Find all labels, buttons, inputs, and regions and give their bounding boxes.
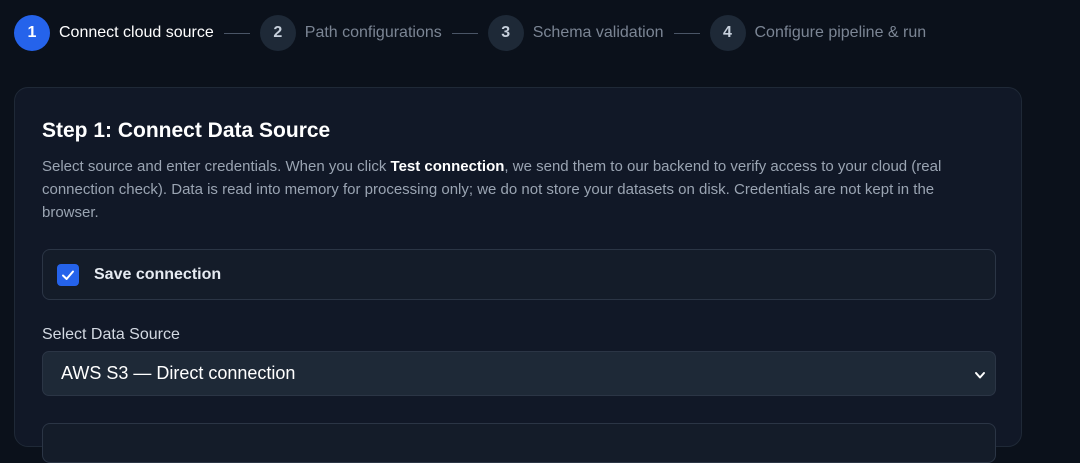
next-form-field[interactable]	[42, 423, 996, 463]
step-connector	[451, 32, 478, 34]
step-number-badge: 4	[709, 15, 746, 51]
data-source-selected-value: AWS S3 — Direct connection	[61, 363, 296, 383]
step-label: Schema validation	[532, 24, 664, 41]
save-connection-checkbox[interactable]	[57, 263, 79, 286]
check-icon	[62, 270, 74, 280]
step-label: Configure pipeline & run	[754, 24, 927, 41]
data-source-label: Select Data Source	[42, 326, 180, 343]
save-connection-option[interactable]: Save connection	[42, 249, 996, 300]
step-path-configurations[interactable]: 2 Path configurations	[259, 15, 442, 51]
step-schema-validation[interactable]: 3 Schema validation	[487, 15, 664, 51]
chevron-down-icon	[975, 372, 985, 379]
step-configure-pipeline-run[interactable]: 4 Configure pipeline & run	[709, 15, 927, 51]
step-label: Path configurations	[304, 24, 442, 41]
data-source-select[interactable]: AWS S3 — Direct connection	[42, 351, 996, 396]
step-number-badge: 2	[259, 15, 296, 51]
save-connection-label: Save connection	[94, 265, 222, 283]
connect-source-card: Step 1: Connect Data Source Select sourc…	[14, 87, 1022, 463]
step-label: Connect cloud source	[59, 24, 214, 41]
card-description: Select source and enter credentials. Whe…	[42, 155, 992, 224]
description-text: Select source and enter credentials. Whe…	[42, 158, 391, 175]
step-number-badge: 1	[14, 15, 50, 51]
step-connect-cloud-source[interactable]: 1 Connect cloud source	[14, 15, 214, 51]
step-connector	[223, 32, 250, 34]
description-highlight: Test connection	[390, 158, 505, 175]
step-number-badge: 3	[487, 15, 524, 51]
card-title: Step 1: Connect Data Source	[42, 119, 331, 142]
step-connector	[673, 32, 700, 34]
stepper: 1 Connect cloud source 2 Path configurat…	[14, 15, 926, 51]
